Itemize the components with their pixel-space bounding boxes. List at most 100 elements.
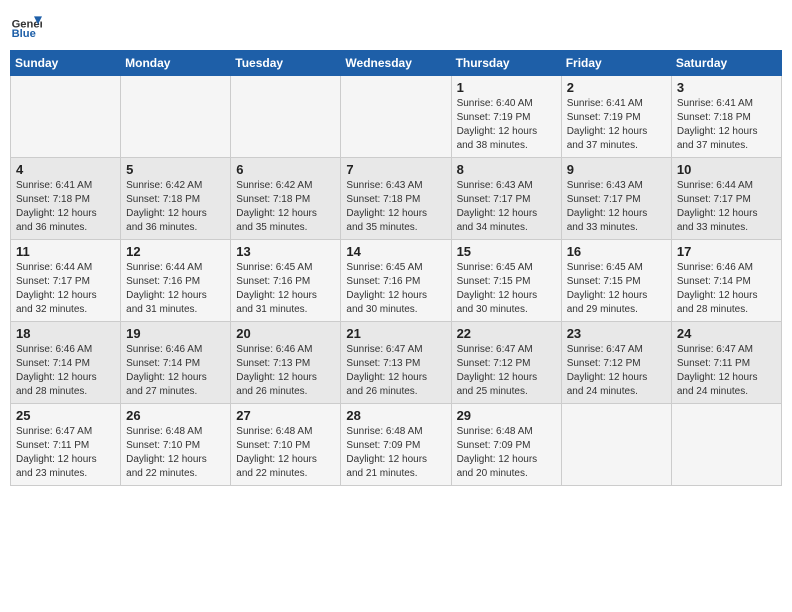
day-info: Sunrise: 6:44 AM Sunset: 7:17 PM Dayligh…	[16, 261, 115, 317]
day-number: 26	[126, 408, 225, 423]
day-number: 1	[457, 80, 556, 95]
calendar-table: SundayMondayTuesdayWednesdayThursdayFrid…	[10, 50, 782, 486]
calendar-cell: 28 Sunrise: 6:48 AM Sunset: 7:09 PM Dayli…	[341, 404, 451, 486]
day-info: Sunrise: 6:40 AM Sunset: 7:19 PM Dayligh…	[457, 97, 556, 153]
calendar-cell: 15 Sunrise: 6:45 AM Sunset: 7:15 PM Dayli…	[451, 240, 561, 322]
day-info: Sunrise: 6:46 AM Sunset: 7:13 PM Dayligh…	[236, 343, 335, 399]
page-header: General Blue	[10, 10, 782, 42]
day-info: Sunrise: 6:48 AM Sunset: 7:10 PM Dayligh…	[126, 425, 225, 481]
col-header-saturday: Saturday	[671, 51, 781, 76]
col-header-thursday: Thursday	[451, 51, 561, 76]
day-number: 13	[236, 244, 335, 259]
day-number: 21	[346, 326, 445, 341]
week-row-3: 11 Sunrise: 6:44 AM Sunset: 7:17 PM Dayli…	[11, 240, 782, 322]
calendar-cell: 22 Sunrise: 6:47 AM Sunset: 7:12 PM Dayli…	[451, 322, 561, 404]
calendar-cell: 11 Sunrise: 6:44 AM Sunset: 7:17 PM Dayli…	[11, 240, 121, 322]
day-number: 24	[677, 326, 776, 341]
calendar-cell: 26 Sunrise: 6:48 AM Sunset: 7:10 PM Dayli…	[121, 404, 231, 486]
day-number: 28	[346, 408, 445, 423]
day-number: 3	[677, 80, 776, 95]
day-number: 25	[16, 408, 115, 423]
day-info: Sunrise: 6:45 AM Sunset: 7:16 PM Dayligh…	[346, 261, 445, 317]
week-row-2: 4 Sunrise: 6:41 AM Sunset: 7:18 PM Daylig…	[11, 158, 782, 240]
calendar-cell: 10 Sunrise: 6:44 AM Sunset: 7:17 PM Dayli…	[671, 158, 781, 240]
calendar-cell: 2 Sunrise: 6:41 AM Sunset: 7:19 PM Daylig…	[561, 76, 671, 158]
day-number: 6	[236, 162, 335, 177]
calendar-cell: 16 Sunrise: 6:45 AM Sunset: 7:15 PM Dayli…	[561, 240, 671, 322]
day-number: 20	[236, 326, 335, 341]
calendar-cell	[11, 76, 121, 158]
calendar-cell: 17Sunrise: 6:46 AM Sunset: 7:14 PM Dayli…	[671, 240, 781, 322]
calendar-cell: 5 Sunrise: 6:42 AM Sunset: 7:18 PM Daylig…	[121, 158, 231, 240]
calendar-cell	[561, 404, 671, 486]
calendar-cell: 14 Sunrise: 6:45 AM Sunset: 7:16 PM Dayli…	[341, 240, 451, 322]
calendar-cell: 25 Sunrise: 6:47 AM Sunset: 7:11 PM Dayli…	[11, 404, 121, 486]
day-info: Sunrise: 6:45 AM Sunset: 7:15 PM Dayligh…	[567, 261, 666, 317]
calendar-cell: 21 Sunrise: 6:47 AM Sunset: 7:13 PM Dayli…	[341, 322, 451, 404]
day-info: Sunrise: 6:41 AM Sunset: 7:18 PM Dayligh…	[16, 179, 115, 235]
calendar-cell: 1 Sunrise: 6:40 AM Sunset: 7:19 PM Daylig…	[451, 76, 561, 158]
col-header-sunday: Sunday	[11, 51, 121, 76]
week-row-4: 18 Sunrise: 6:46 AM Sunset: 7:14 PM Dayli…	[11, 322, 782, 404]
day-number: 9	[567, 162, 666, 177]
day-info: Sunrise: 6:45 AM Sunset: 7:16 PM Dayligh…	[236, 261, 335, 317]
col-header-wednesday: Wednesday	[341, 51, 451, 76]
day-number: 27	[236, 408, 335, 423]
calendar-cell: 20 Sunrise: 6:46 AM Sunset: 7:13 PM Dayli…	[231, 322, 341, 404]
day-number: 14	[346, 244, 445, 259]
calendar-cell: 8Sunrise: 6:43 AM Sunset: 7:17 PM Daylig…	[451, 158, 561, 240]
calendar-cell: 29Sunrise: 6:48 AM Sunset: 7:09 PM Dayli…	[451, 404, 561, 486]
day-info: Sunrise: 6:46 AM Sunset: 7:14 PM Dayligh…	[126, 343, 225, 399]
day-info: Sunrise: 6:43 AM Sunset: 7:17 PM Dayligh…	[567, 179, 666, 235]
col-header-friday: Friday	[561, 51, 671, 76]
day-info: Sunrise: 6:41 AM Sunset: 7:18 PM Dayligh…	[677, 97, 776, 153]
svg-text:Blue: Blue	[12, 28, 36, 40]
calendar-cell: 27 Sunrise: 6:48 AM Sunset: 7:10 PM Dayli…	[231, 404, 341, 486]
calendar-cell	[231, 76, 341, 158]
day-info: Sunrise: 6:47 AM Sunset: 7:12 PM Dayligh…	[567, 343, 666, 399]
day-number: 23	[567, 326, 666, 341]
logo-icon: General Blue	[10, 10, 42, 42]
day-info: Sunrise: 6:45 AM Sunset: 7:15 PM Dayligh…	[457, 261, 556, 317]
day-number: 18	[16, 326, 115, 341]
day-info: Sunrise: 6:43 AM Sunset: 7:18 PM Dayligh…	[346, 179, 445, 235]
day-number: 5	[126, 162, 225, 177]
day-info: Sunrise: 6:48 AM Sunset: 7:10 PM Dayligh…	[236, 425, 335, 481]
calendar-cell: 4 Sunrise: 6:41 AM Sunset: 7:18 PM Daylig…	[11, 158, 121, 240]
day-info: Sunrise: 6:44 AM Sunset: 7:16 PM Dayligh…	[126, 261, 225, 317]
calendar-cell: 6 Sunrise: 6:42 AM Sunset: 7:18 PM Daylig…	[231, 158, 341, 240]
day-info: Sunrise: 6:47 AM Sunset: 7:11 PM Dayligh…	[16, 425, 115, 481]
day-number: 11	[16, 244, 115, 259]
day-info: Sunrise: 6:47 AM Sunset: 7:13 PM Dayligh…	[346, 343, 445, 399]
day-number: 19	[126, 326, 225, 341]
day-number: 29	[457, 408, 556, 423]
day-number: 16	[567, 244, 666, 259]
day-number: 22	[457, 326, 556, 341]
col-header-monday: Monday	[121, 51, 231, 76]
calendar-cell: 23 Sunrise: 6:47 AM Sunset: 7:12 PM Dayli…	[561, 322, 671, 404]
day-number: 2	[567, 80, 666, 95]
calendar-cell	[121, 76, 231, 158]
day-number: 8	[457, 162, 556, 177]
day-number: 7	[346, 162, 445, 177]
week-row-1: 1 Sunrise: 6:40 AM Sunset: 7:19 PM Daylig…	[11, 76, 782, 158]
logo: General Blue	[10, 10, 46, 42]
day-number: 4	[16, 162, 115, 177]
calendar-cell: 18Sunrise: 6:46 AM Sunset: 7:14 PM Dayli…	[11, 322, 121, 404]
day-info: Sunrise: 6:48 AM Sunset: 7:09 PM Dayligh…	[346, 425, 445, 481]
day-number: 10	[677, 162, 776, 177]
day-number: 15	[457, 244, 556, 259]
calendar-cell: 12 Sunrise: 6:44 AM Sunset: 7:16 PM Dayli…	[121, 240, 231, 322]
day-number: 17	[677, 244, 776, 259]
day-info: Sunrise: 6:42 AM Sunset: 7:18 PM Dayligh…	[236, 179, 335, 235]
day-info: Sunrise: 6:47 AM Sunset: 7:12 PM Dayligh…	[457, 343, 556, 399]
col-header-tuesday: Tuesday	[231, 51, 341, 76]
day-number: 12	[126, 244, 225, 259]
calendar-cell: 7 Sunrise: 6:43 AM Sunset: 7:18 PM Daylig…	[341, 158, 451, 240]
calendar-cell	[341, 76, 451, 158]
day-info: Sunrise: 6:44 AM Sunset: 7:17 PM Dayligh…	[677, 179, 776, 235]
calendar-cell: 24Sunrise: 6:47 AM Sunset: 7:11 PM Dayli…	[671, 322, 781, 404]
day-info: Sunrise: 6:42 AM Sunset: 7:18 PM Dayligh…	[126, 179, 225, 235]
day-info: Sunrise: 6:41 AM Sunset: 7:19 PM Dayligh…	[567, 97, 666, 153]
calendar-cell: 9 Sunrise: 6:43 AM Sunset: 7:17 PM Daylig…	[561, 158, 671, 240]
